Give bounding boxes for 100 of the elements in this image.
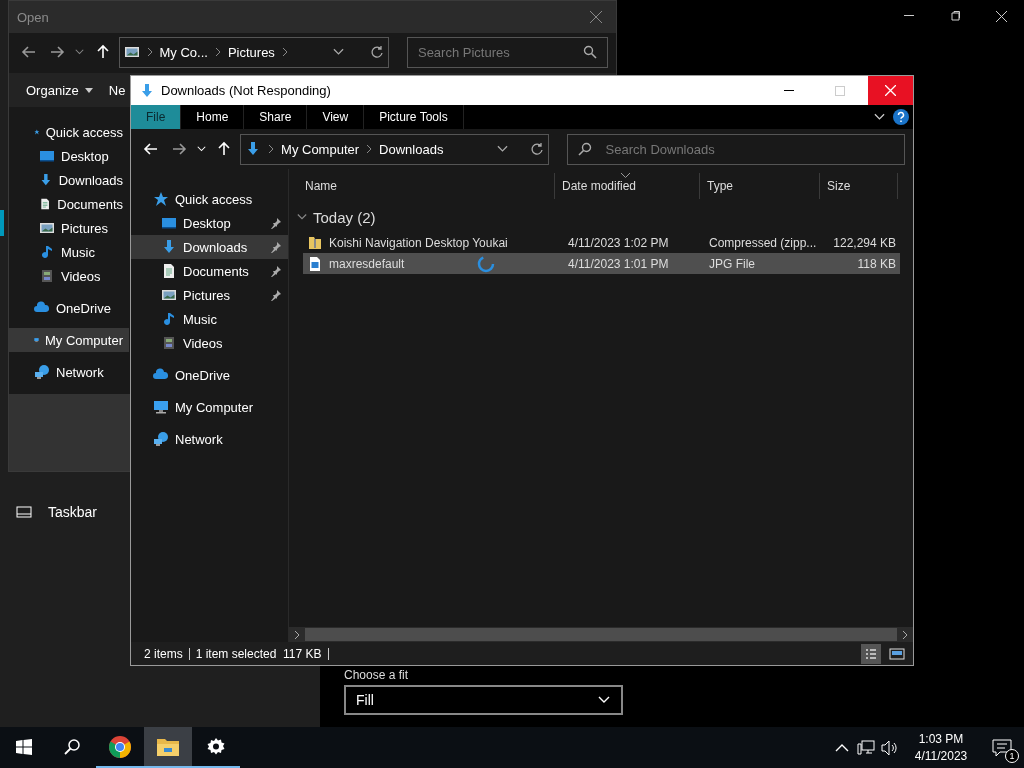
nav-item[interactable]: Documents xyxy=(9,192,129,216)
window-title: Open xyxy=(17,9,49,25)
table-cell-text: Compressed (zipp... xyxy=(708,235,818,250)
settings-nav-item[interactable]: Taskbar xyxy=(0,500,106,524)
table-cell-text: 4/11/2023 1:02 PM xyxy=(567,235,670,250)
help-icon xyxy=(893,109,909,125)
view-button[interactable] xyxy=(861,643,881,664)
chevron-right-icon xyxy=(145,47,154,57)
selection-indicator xyxy=(0,210,4,236)
nav-item[interactable]: Music xyxy=(9,240,129,264)
breadcrumb[interactable]: My Computer xyxy=(281,141,360,157)
breadcrumb[interactable]: Pictures xyxy=(227,44,275,60)
search-icon xyxy=(63,737,81,756)
breadcrumb[interactable]: My Co... xyxy=(159,44,208,60)
nav-item[interactable]: Downloads xyxy=(9,168,129,192)
ribbon-tab[interactable]: Home xyxy=(181,105,245,129)
nav-item[interactable]: Pictures xyxy=(9,216,129,240)
column-header[interactable]: Size xyxy=(820,173,898,199)
window-title: Downloads (Not Responding) xyxy=(161,83,331,98)
chevron-down-icon xyxy=(297,213,307,221)
search-field[interactable]: Search Downloads xyxy=(566,133,905,165)
ribbon-tab[interactable]: Share xyxy=(244,105,308,129)
scrollbar-thumb[interactable] xyxy=(305,628,897,641)
browser-logo-icon xyxy=(108,734,132,759)
nav-item[interactable]: Videos xyxy=(9,264,129,288)
chevron-down-icon xyxy=(196,145,206,153)
search-icon xyxy=(577,142,592,156)
network-icon xyxy=(153,431,169,447)
address-bar[interactable]: My Computer Downloads xyxy=(240,133,549,165)
monitor-icon xyxy=(39,148,55,164)
nav-item[interactable]: Desktop xyxy=(9,144,129,168)
ribbon-tab[interactable]: View xyxy=(307,105,365,129)
nav-item[interactable]: Network xyxy=(131,427,288,451)
file-name: maxresdefault xyxy=(329,256,405,271)
clock[interactable]: 1:03 PM 4/11/2023 xyxy=(902,730,980,765)
star-icon xyxy=(153,191,169,207)
notifications-button[interactable]: 1 xyxy=(980,727,1024,768)
nav-item[interactable]: Music xyxy=(131,307,288,331)
column-header[interactable]: Type xyxy=(700,173,820,199)
refresh-icon xyxy=(529,142,544,156)
forward-arrow-icon xyxy=(48,44,65,60)
table-cell-text: 4/11/2023 1:01 PM xyxy=(567,256,670,271)
maximize-icon xyxy=(834,85,845,96)
table-cell-text: JPG File xyxy=(708,256,756,271)
picture-icon xyxy=(123,44,140,60)
taskbar-icon xyxy=(16,504,32,520)
document-icon xyxy=(161,263,177,279)
notification-count: 1 xyxy=(1005,749,1019,763)
nav-item[interactable]: My Computer xyxy=(131,395,288,419)
taskbar-button[interactable] xyxy=(144,727,192,768)
fit-dropdown[interactable]: Fill xyxy=(344,685,623,715)
close-icon xyxy=(995,10,1007,22)
status-text: 1 item selected 117 KB xyxy=(195,647,329,660)
table-cell-text: 122,294 KB xyxy=(832,235,897,250)
ribbon-tab[interactable]: Picture Tools xyxy=(364,105,464,129)
back-arrow-icon xyxy=(142,141,159,157)
gear-icon xyxy=(206,736,226,757)
ribbon-tab[interactable]: File xyxy=(131,105,182,129)
chevron-right-icon xyxy=(267,144,276,154)
chevron-left-icon xyxy=(293,629,301,640)
nav-item[interactable]: Desktop xyxy=(131,211,288,235)
download-arrow-icon xyxy=(161,239,177,255)
nav-item[interactable]: OneDrive xyxy=(131,363,288,387)
chevron-down-icon xyxy=(333,48,345,56)
document-icon xyxy=(39,196,52,212)
nav-item[interactable]: Quick access xyxy=(131,187,288,211)
address-bar[interactable]: My Co... Pictures xyxy=(118,36,390,68)
nav-item[interactable]: Network xyxy=(9,360,129,384)
column-header[interactable]: Name xyxy=(298,173,555,199)
chevron-up-icon xyxy=(835,743,849,752)
nav-item[interactable]: Downloads xyxy=(131,235,288,259)
file-row[interactable]: Koishi Navigation Desktop Youkai 4/11/2023 1:02 PM Compressed (zipp... 122,294 KB xyxy=(303,232,900,253)
nav-item[interactable]: Videos xyxy=(131,331,288,355)
monitor-icon xyxy=(161,215,177,231)
nav-item[interactable]: Documents xyxy=(131,259,288,283)
chevron-down-icon xyxy=(75,48,85,56)
search-field[interactable]: Search Pictures xyxy=(406,36,608,68)
nav-item[interactable]: My Computer xyxy=(9,328,129,352)
fit-label: Choose a fit xyxy=(344,668,410,682)
toolbar-button[interactable]: Organize xyxy=(26,82,93,98)
network-icon xyxy=(857,739,875,756)
chevron-right-icon xyxy=(280,47,289,57)
large-icons-view-icon xyxy=(889,647,905,660)
toolbar-button[interactable]: Ne xyxy=(108,82,126,98)
nav-item[interactable]: Quick access xyxy=(9,120,129,144)
folder-icon xyxy=(156,736,180,757)
file-row[interactable]: maxresdefault 4/11/2023 1:01 PM JPG File 118 KB xyxy=(303,253,900,274)
nav-item[interactable]: Pictures xyxy=(131,283,288,307)
speaker-icon xyxy=(881,739,899,756)
nav-item[interactable]: OneDrive xyxy=(9,296,129,320)
picture-icon xyxy=(39,220,55,236)
details-view-icon xyxy=(865,647,877,660)
breadcrumb[interactable]: Downloads xyxy=(379,141,444,157)
film-icon xyxy=(161,335,177,351)
group-header[interactable]: Today (2) xyxy=(297,206,913,228)
column-header[interactable]: Date modified xyxy=(555,173,700,199)
chevron-right-icon xyxy=(365,144,374,154)
windows-logo-icon xyxy=(16,738,32,755)
chevron-right-icon xyxy=(901,629,909,640)
music-note-icon xyxy=(39,244,55,260)
